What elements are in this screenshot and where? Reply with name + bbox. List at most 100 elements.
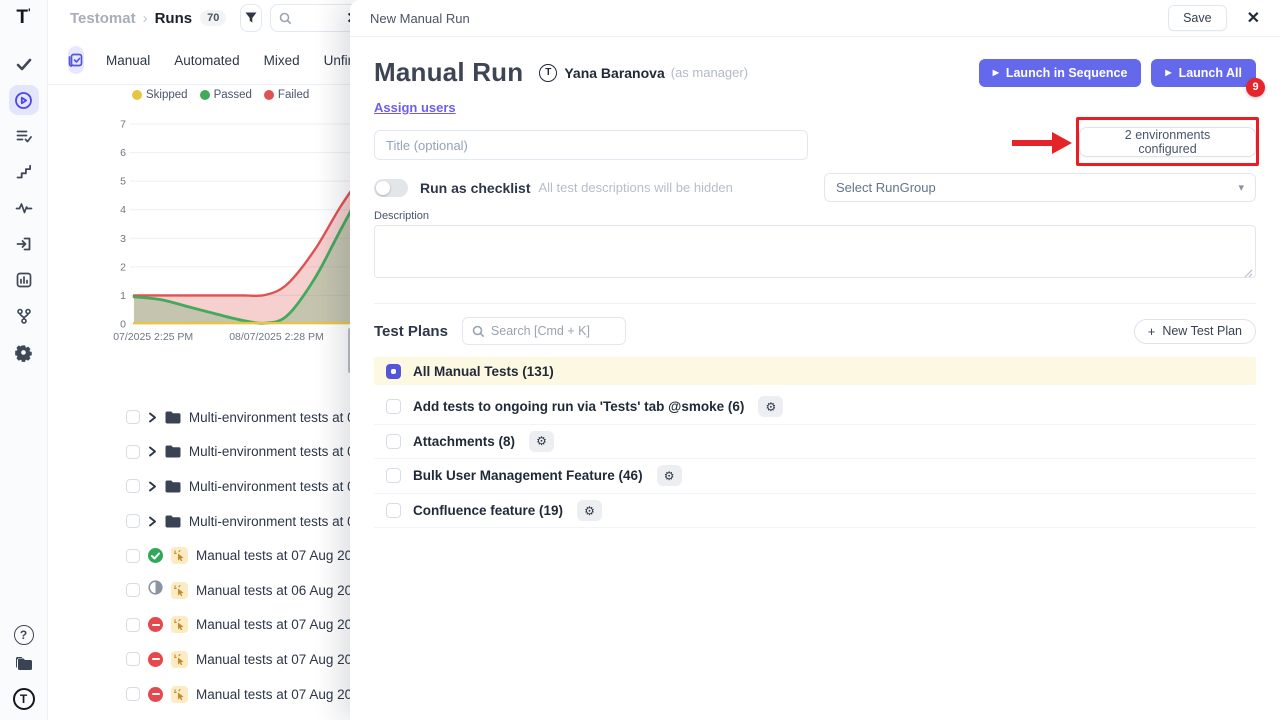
rungroup-placeholder: Select RunGroup bbox=[836, 180, 936, 195]
run-folder-label: Multi-environment tests at 07 Aug 20 bbox=[189, 410, 368, 425]
app-logo[interactable]: T' bbox=[16, 8, 30, 27]
launch-in-sequence-button[interactable]: ▶ Launch in Sequence bbox=[979, 59, 1142, 87]
run-row[interactable]: Manual tests at 06 Aug 2025 17:06 1 bbox=[108, 573, 368, 608]
run-title-input[interactable] bbox=[374, 130, 808, 160]
new-test-plan-button[interactable]: + New Test Plan bbox=[1134, 319, 1256, 344]
row-checkbox[interactable] bbox=[126, 652, 140, 666]
row-checkbox[interactable] bbox=[126, 687, 140, 701]
plan-settings-button[interactable]: ⚙ bbox=[529, 431, 554, 452]
sign-in-icon[interactable] bbox=[9, 229, 39, 259]
plan-checkbox[interactable] bbox=[386, 468, 401, 483]
plan-checkbox-checked[interactable] bbox=[386, 364, 401, 379]
manager-role: (as manager) bbox=[671, 65, 748, 80]
status-passed-icon bbox=[148, 548, 163, 563]
run-row[interactable]: Manual tests at 07 Aug 2025 13:02 fro bbox=[108, 538, 368, 573]
status-failed-icon bbox=[148, 687, 163, 702]
row-checkbox[interactable] bbox=[126, 445, 140, 459]
rungroup-select[interactable]: Select RunGroup ▾ bbox=[824, 173, 1256, 202]
chevron-right-icon[interactable] bbox=[148, 481, 157, 492]
row-checkbox[interactable] bbox=[126, 618, 140, 632]
check-icon[interactable] bbox=[9, 49, 39, 79]
run-type-icon[interactable] bbox=[68, 46, 84, 74]
test-plan-row[interactable]: Confluence feature (19) ⚙ bbox=[374, 494, 1256, 529]
close-icon[interactable]: ✕ bbox=[1247, 8, 1260, 28]
divider bbox=[374, 303, 1256, 304]
row-checkbox[interactable] bbox=[126, 514, 140, 528]
branch-icon[interactable] bbox=[9, 301, 39, 331]
svg-text:2: 2 bbox=[120, 261, 126, 273]
avatar: T bbox=[539, 64, 557, 82]
chart-legend: Skipped Passed Failed bbox=[108, 88, 368, 102]
plan-checkbox[interactable] bbox=[386, 399, 401, 414]
run-folder-row[interactable]: Multi-environment tests at 07 Aug 20 bbox=[108, 400, 368, 435]
run-as-checklist-toggle[interactable] bbox=[374, 179, 408, 197]
test-plans-title: Test Plans bbox=[374, 323, 448, 340]
run-row[interactable]: Manual tests at 07 Aug 2025 12:35 fro bbox=[108, 677, 368, 712]
modal-header: New Manual Run Save ✕ bbox=[350, 0, 1280, 37]
copy-folder-icon[interactable] bbox=[15, 656, 33, 677]
launch-all-button[interactable]: ▶ Launch All 9 bbox=[1151, 59, 1256, 87]
search-input[interactable] bbox=[298, 11, 338, 25]
profile-logo-icon[interactable]: T bbox=[13, 688, 35, 710]
legend-dot-passed bbox=[200, 90, 210, 100]
sidebar-nav bbox=[9, 49, 39, 367]
gear-icon: ⚙ bbox=[765, 400, 776, 414]
pulse-icon[interactable] bbox=[9, 193, 39, 223]
run-row[interactable]: Manual tests at 07 Aug 2025 12:42 fro bbox=[108, 642, 368, 677]
test-plan-row-all-manual[interactable]: All Manual Tests (131) bbox=[374, 357, 1256, 385]
gear-icon[interactable] bbox=[9, 337, 39, 367]
chevron-right-icon[interactable] bbox=[148, 516, 157, 527]
test-plan-row[interactable]: Bulk User Management Feature (46) ⚙ bbox=[374, 459, 1256, 494]
runs-play-icon[interactable] bbox=[9, 85, 39, 115]
run-folder-row[interactable]: Multi-environment tests at 07 Aug 20 bbox=[108, 435, 368, 470]
steps-icon[interactable] bbox=[9, 157, 39, 187]
plan-label: Attachments (8) bbox=[413, 434, 515, 449]
plan-label: Bulk User Management Feature (46) bbox=[413, 468, 643, 483]
help-icon[interactable]: ? bbox=[14, 625, 34, 645]
test-plan-row[interactable]: Attachments (8) ⚙ bbox=[374, 425, 1256, 460]
folder-icon bbox=[165, 480, 181, 493]
resize-handle[interactable] bbox=[1244, 269, 1253, 278]
run-folder-row[interactable]: Multi-environment tests at 07 Aug 20 bbox=[108, 469, 368, 504]
plan-settings-button[interactable]: ⚙ bbox=[657, 465, 682, 486]
svg-text:4: 4 bbox=[120, 204, 126, 216]
row-checkbox[interactable] bbox=[126, 583, 140, 597]
assign-users-link[interactable]: Assign users bbox=[374, 100, 456, 115]
tab-manual[interactable]: Manual bbox=[106, 53, 150, 68]
run-row[interactable]: Manual tests at 07 Aug 2025 12:43 fro bbox=[108, 608, 368, 643]
test-plan-row[interactable]: Add tests to ongoing run via 'Tests' tab… bbox=[374, 390, 1256, 425]
list-check-icon[interactable] bbox=[9, 121, 39, 151]
runs-count-badge: 70 bbox=[200, 10, 226, 26]
plan-checkbox[interactable] bbox=[386, 434, 401, 449]
filter-button[interactable] bbox=[240, 4, 262, 32]
report-icon[interactable] bbox=[9, 265, 39, 295]
row-checkbox[interactable] bbox=[126, 410, 140, 424]
test-plans-header: Test Plans + New Test Plan bbox=[374, 317, 1256, 345]
environments-button[interactable]: 2 environments configured bbox=[1079, 127, 1256, 157]
row-checkbox[interactable] bbox=[126, 549, 140, 563]
description-wrap bbox=[374, 225, 1256, 283]
breadcrumb-app[interactable]: Testomat bbox=[70, 10, 136, 27]
chevron-right-icon[interactable] bbox=[148, 412, 157, 423]
plan-checkbox[interactable] bbox=[386, 503, 401, 518]
clipboard-check-icon bbox=[68, 52, 84, 68]
run-list: Multi-environment tests at 07 Aug 20 Mul… bbox=[108, 400, 368, 711]
run-folder-row[interactable]: Multi-environment tests at 07 Aug 20 bbox=[108, 504, 368, 539]
run-folder-label: Multi-environment tests at 07 Aug 20 bbox=[189, 479, 368, 494]
description-textarea[interactable] bbox=[374, 225, 1256, 278]
folder-icon bbox=[165, 445, 181, 458]
plan-settings-button[interactable]: ⚙ bbox=[758, 396, 783, 417]
breadcrumb-page[interactable]: Runs bbox=[155, 10, 193, 27]
chevron-right-icon[interactable] bbox=[148, 446, 157, 457]
runs-page-header: Testomat › Runs 70 ✕ bbox=[48, 0, 368, 36]
tab-automated[interactable]: Automated bbox=[174, 53, 239, 68]
svg-text:5: 5 bbox=[120, 176, 126, 188]
row-checkbox[interactable] bbox=[126, 479, 140, 493]
test-plans-search[interactable] bbox=[462, 317, 626, 345]
manual-run-icon bbox=[171, 582, 188, 599]
test-plans-search-input[interactable] bbox=[491, 324, 601, 338]
svg-text:3: 3 bbox=[120, 233, 126, 245]
tab-mixed[interactable]: Mixed bbox=[264, 53, 300, 68]
plan-settings-button[interactable]: ⚙ bbox=[577, 500, 602, 521]
save-button[interactable]: Save bbox=[1168, 5, 1227, 31]
